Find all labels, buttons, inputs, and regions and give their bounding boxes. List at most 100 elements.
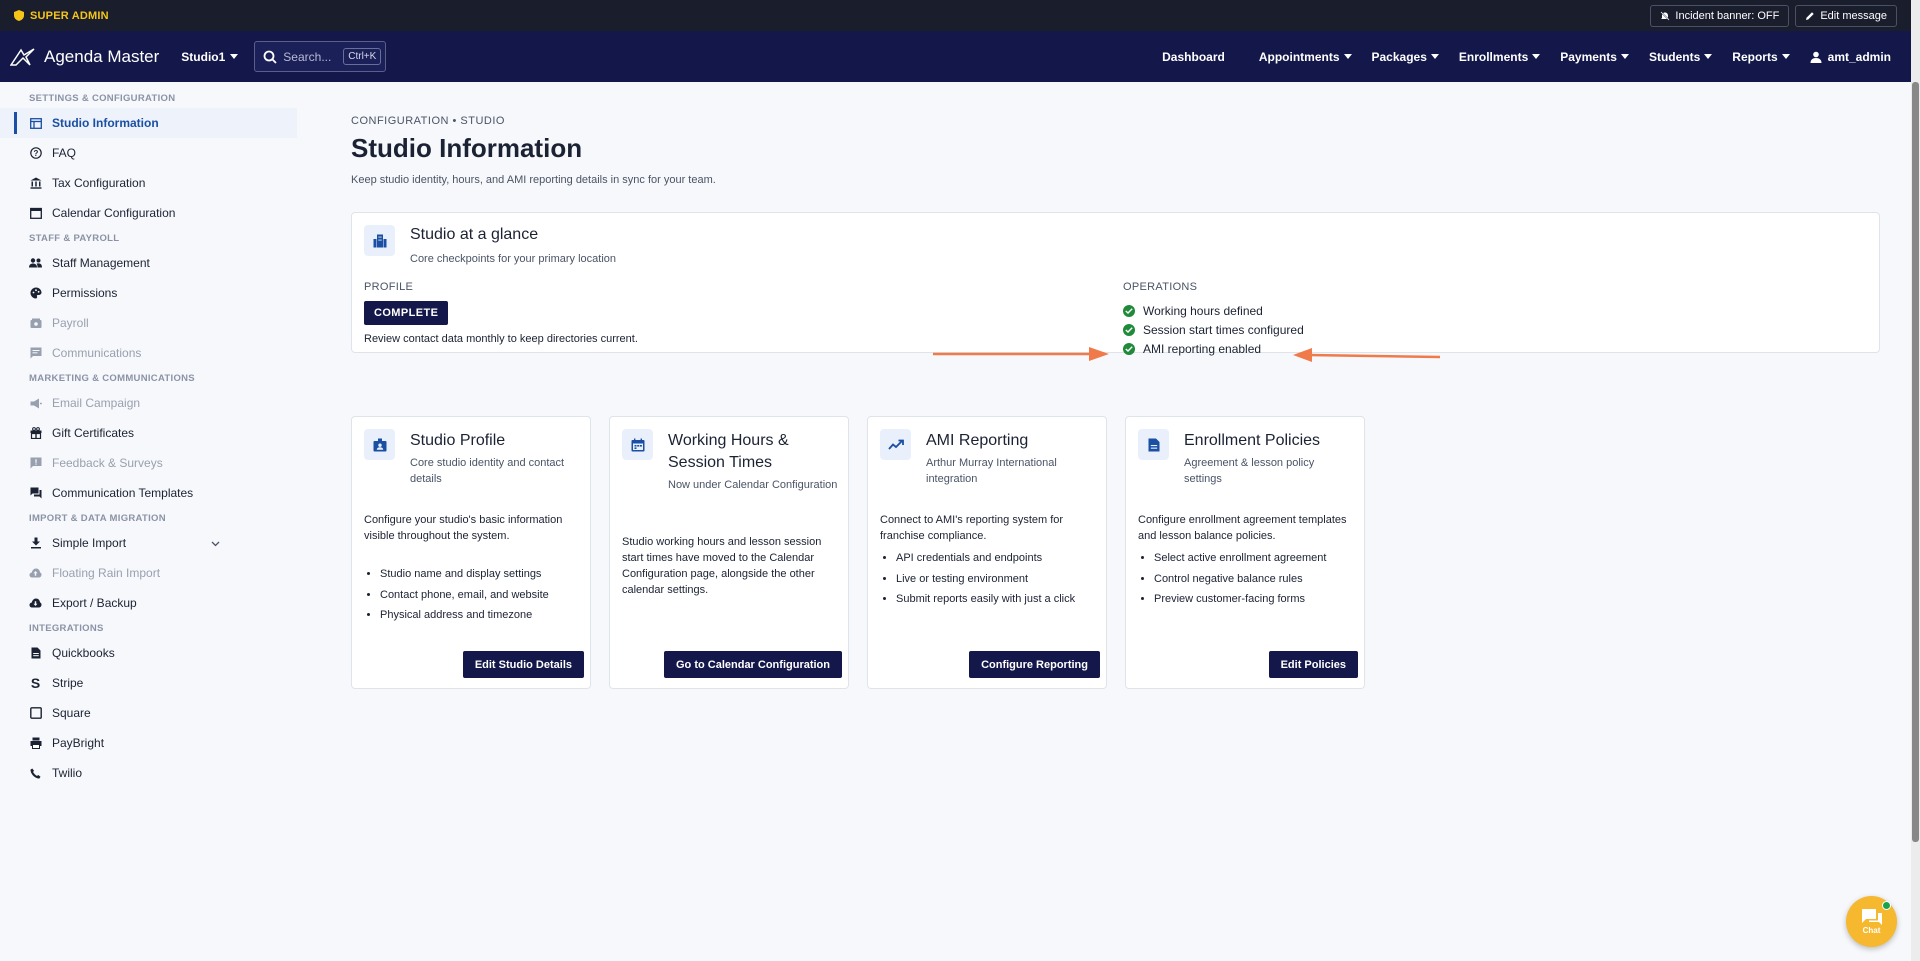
nav-appointments[interactable]: Appointments: [1249, 50, 1362, 64]
shield-icon: [14, 10, 24, 21]
configure-reporting-button[interactable]: Configure Reporting: [969, 651, 1100, 678]
go-to-calendar-configuration-button[interactable]: Go to Calendar Configuration: [664, 651, 842, 678]
stripe-icon: S: [30, 675, 41, 691]
sidebar-item-label: PayBright: [52, 736, 105, 750]
brand-name: Agenda Master: [44, 46, 160, 66]
card-subtitle: Now under Calendar Configuration: [668, 479, 838, 491]
nav-payments[interactable]: Payments: [1550, 50, 1639, 64]
list-item: Preview customer-facing forms: [1154, 589, 1326, 610]
profile-note: Review contact data monthly to keep dire…: [364, 333, 638, 345]
nav-packages-label: Packages: [1371, 49, 1427, 64]
studio-selector[interactable]: Studio1: [181, 49, 239, 64]
list-item: Physical address and timezone: [380, 605, 549, 626]
super-admin-bar: SUPER ADMIN Incident banner: OFF Edit me…: [0, 0, 1911, 31]
sidebar-item-label: Calendar Configuration: [52, 206, 176, 220]
chat-launcher-button[interactable]: Chat: [1846, 896, 1897, 947]
list-item: Contact phone, email, and website: [380, 585, 549, 606]
edit-studio-details-button[interactable]: Edit Studio Details: [462, 651, 584, 678]
payroll-icon: [29, 317, 42, 330]
sidebar-item-square[interactable]: Square: [0, 698, 300, 728]
sidebar-item-permissions[interactable]: Permissions: [0, 278, 300, 308]
bell-off-icon: [1660, 11, 1670, 20]
edit-message-label: Edit message: [1820, 9, 1887, 22]
sidebar-item-tax-configuration[interactable]: Tax Configuration: [0, 168, 300, 198]
nav-students[interactable]: Students: [1639, 50, 1722, 64]
operations-item-label: Working hours defined: [1143, 303, 1263, 318]
sidebar-item-gift-certificates[interactable]: Gift Certificates: [0, 418, 300, 448]
sidebar-item-simple-import[interactable]: Simple Import: [0, 528, 300, 558]
nav-students-label: Students: [1648, 49, 1701, 64]
sidebar-item-label: Studio Information: [52, 116, 159, 130]
profile-status-badge: COMPLETE: [364, 301, 449, 325]
edit-message-button[interactable]: Edit message: [1795, 4, 1897, 27]
edit-policies-button[interactable]: Edit Policies: [1268, 651, 1358, 678]
sidebar-item-stripe[interactable]: S Stripe: [0, 668, 300, 698]
check-circle-icon: [1123, 323, 1135, 336]
incident-banner-toggle[interactable]: Incident banner: OFF: [1650, 4, 1790, 27]
page-title: Studio Information: [351, 133, 583, 163]
sidebar-item-payroll[interactable]: Payroll: [0, 308, 300, 338]
campaign-icon: [29, 397, 42, 410]
sidebar-item-calendar-configuration[interactable]: Calendar Configuration: [0, 198, 300, 228]
scrollbar-thumb[interactable]: [1912, 82, 1919, 842]
nav-dashboard[interactable]: Dashboard: [1152, 50, 1235, 64]
sidebar-item-label: Communications: [52, 346, 142, 360]
building-icon: [364, 225, 395, 256]
storefront-icon: [29, 117, 42, 130]
sidebar-item-faq[interactable]: ? FAQ: [0, 138, 300, 168]
operations-item: AMI reporting enabled: [1123, 339, 1304, 358]
sidebar-item-label: Twilio: [52, 766, 83, 780]
sidebar-item-communication-templates[interactable]: Communication Templates: [0, 478, 300, 508]
cloud-download-icon: [29, 597, 42, 610]
nav-enrollments[interactable]: Enrollments: [1449, 50, 1550, 64]
calendar-icon: [622, 429, 653, 460]
page-subtitle: Keep studio identity, hours, and AMI rep…: [351, 174, 716, 186]
chevron-down-icon: [1704, 54, 1713, 59]
sidebar-item-label: Staff Management: [52, 256, 150, 270]
list-item: Live or testing environment: [896, 569, 1075, 590]
user-menu[interactable]: amt_admin: [1800, 50, 1901, 64]
incident-banner-label: Incident banner: OFF: [1675, 9, 1780, 22]
chat-bubble-icon: [29, 347, 42, 360]
chevron-down-icon: [1532, 54, 1541, 59]
list-item: API credentials and endpoints: [896, 548, 1075, 569]
sidebar-item-label: Payroll: [52, 316, 89, 330]
card-description: Connect to AMI's reporting system for fr…: [880, 514, 1064, 542]
nav-packages[interactable]: Packages: [1362, 50, 1449, 64]
download-icon: [29, 537, 42, 550]
sidebar-item-floating-rain-import[interactable]: Floating Rain Import: [0, 558, 300, 588]
profile-label: PROFILE: [364, 281, 414, 293]
breadcrumb: CONFIGURATION • STUDIO: [351, 115, 505, 127]
sidebar-item-quickbooks[interactable]: Quickbooks: [0, 638, 300, 668]
sidebar-item-studio-information[interactable]: Studio Information: [0, 108, 297, 138]
glance-title: Studio at a glance: [410, 226, 539, 243]
search-shortcut: Ctrl+K: [343, 48, 382, 65]
sidebar-item-label: Floating Rain Import: [52, 566, 161, 580]
search-input[interactable]: Search... Ctrl+K: [254, 41, 387, 72]
enrollment-policies-card: Enrollment Policies Agreement & lesson p…: [1125, 416, 1365, 689]
chat-icon: [1861, 909, 1882, 925]
studio-profile-card: Studio Profile Core studio identity and …: [351, 416, 591, 689]
sidebar-item-label: Square: [52, 706, 91, 720]
sidebar-item-paybright[interactable]: PayBright: [0, 728, 300, 758]
card-feature-list: Select active enrollment agreement Contr…: [1154, 548, 1326, 610]
sidebar-item-twilio[interactable]: Twilio: [0, 758, 300, 788]
sidebar-item-communications[interactable]: Communications: [0, 338, 300, 368]
document-icon: [29, 647, 42, 660]
card-subtitle: Agreement & lesson policy settings: [1184, 457, 1315, 485]
studio-name: Studio1: [181, 49, 226, 64]
sidebar-item-export-backup[interactable]: Export / Backup: [0, 588, 300, 618]
sidebar-section-integrations: INTEGRATIONS: [29, 622, 104, 634]
card-feature-list: Studio name and display settings Contact…: [380, 564, 549, 626]
nav-reports[interactable]: Reports: [1722, 50, 1799, 64]
sidebar-item-staff-management[interactable]: Staff Management: [0, 248, 300, 278]
sidebar-section-marketing: MARKETING & COMMUNICATIONS: [29, 372, 195, 384]
sidebar-item-email-campaign[interactable]: Email Campaign: [0, 388, 300, 418]
operations-list: Working hours defined Session start time…: [1123, 301, 1304, 358]
chevron-down-icon[interactable]: [211, 536, 220, 550]
sidebar-item-feedback-surveys[interactable]: Feedback & Surveys: [0, 448, 300, 478]
page-scrollbar[interactable]: [1911, 0, 1920, 961]
sidebar-item-label: Tax Configuration: [52, 176, 146, 190]
brand[interactable]: Agenda Master: [10, 47, 159, 67]
settings-sidebar: SETTINGS & CONFIGURATION Studio Informat…: [0, 82, 300, 961]
